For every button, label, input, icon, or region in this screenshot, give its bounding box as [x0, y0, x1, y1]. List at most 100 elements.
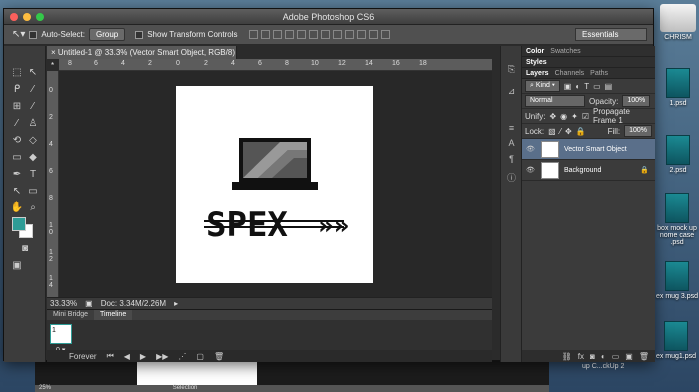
path-select-icon[interactable]: ↖ — [10, 185, 24, 199]
desktop-file-2psd[interactable]: 2.psd — [657, 135, 699, 174]
quick-mask-icon[interactable]: ◙ — [18, 242, 32, 256]
lock-move-icon[interactable]: ✥ — [565, 127, 572, 136]
auto-select-dropdown[interactable]: Group — [88, 28, 126, 41]
gradient-tool-icon[interactable]: ▭ — [10, 151, 24, 165]
layer-background[interactable]: 👁 Background 🔒 — [522, 160, 655, 181]
document-canvas[interactable]: SPEX »» — [176, 86, 373, 283]
first-frame-icon[interactable]: ⏮ — [107, 351, 114, 361]
tab-channels[interactable]: Channels — [555, 68, 585, 78]
desktop-file-1psd[interactable]: 1.psd — [657, 68, 699, 107]
canvas-area[interactable]: SPEX »» — [59, 71, 492, 297]
filter-adjust-icon[interactable]: ◐ — [575, 82, 580, 91]
desktop-file-mug1[interactable]: ex mug1.psd — [653, 321, 699, 360]
close-tab-icon[interactable]: × — [51, 48, 56, 57]
move-tool-icon[interactable]: ↖ — [26, 66, 40, 80]
blend-mode-dropdown[interactable]: Normal — [525, 95, 585, 107]
eye-icon[interactable]: 👁 — [526, 145, 536, 153]
info-panel-icon[interactable]: ⓘ — [505, 171, 518, 183]
delete-frame-icon[interactable]: 🗑 — [214, 352, 224, 361]
character-icon[interactable]: A — [505, 138, 518, 149]
workspace-dropdown[interactable]: Essentials — [575, 28, 647, 41]
document-tab[interactable]: × Untitled-1 @ 33.3% (Vector Smart Objec… — [47, 46, 237, 70]
filter-type-icon[interactable]: T — [584, 82, 589, 91]
desktop-mockup-label[interactable]: up C...ckUp 2 — [582, 363, 624, 370]
next-frame-icon[interactable]: ▶▶ — [156, 352, 168, 361]
hand-tool-icon[interactable]: ✋ — [10, 201, 24, 215]
prev-frame-icon[interactable]: ◀ — [124, 352, 130, 361]
eraser-tool-icon[interactable]: ◇ — [26, 134, 40, 148]
tab-swatches[interactable]: Swatches — [550, 46, 580, 56]
distribute-right-icon[interactable] — [381, 30, 391, 39]
adjust-icon[interactable]: ⊿ — [505, 86, 518, 97]
history-brush-icon[interactable]: ⟲ — [10, 134, 24, 148]
delete-layer-icon[interactable]: 🗑 — [639, 352, 649, 361]
new-group-icon[interactable]: ▭ — [612, 352, 620, 361]
brush-panel-icon[interactable]: ≡ — [505, 123, 518, 134]
eyedropper-icon[interactable]: ⁄ — [26, 100, 40, 114]
stamp-tool-icon[interactable]: ♙ — [26, 117, 40, 131]
zoom-level[interactable]: 33.33% — [50, 299, 77, 308]
zoom-tool-icon[interactable]: ⌕ — [26, 201, 40, 215]
fill-input[interactable]: 100% — [624, 125, 652, 137]
magic-wand-icon[interactable]: ⁄ — [26, 83, 40, 97]
layer-vector-smart-object[interactable]: 👁 Vector Smart Object — [522, 139, 655, 160]
lock-paint-icon[interactable]: ⁄ — [560, 127, 561, 136]
tween-icon[interactable]: ⋰ — [178, 352, 186, 361]
history-icon[interactable]: ⎘ — [505, 64, 518, 75]
horizontal-ruler[interactable]: 8 6 4 2 0 2 4 6 8 10 12 14 16 18 — [59, 59, 492, 71]
desktop-drive-chrism[interactable]: CHRISM — [657, 4, 699, 41]
tab-layers[interactable]: Layers — [526, 68, 549, 78]
align-hcenter-icon[interactable] — [297, 30, 307, 39]
distribute-top-icon[interactable] — [321, 30, 331, 39]
brush-tool-icon[interactable]: ⁄ — [10, 117, 24, 131]
add-mask-icon[interactable]: ◙ — [590, 352, 595, 361]
fx-icon[interactable]: fx — [578, 352, 584, 361]
tab-mini-bridge[interactable]: Mini Bridge — [47, 310, 94, 320]
document-size[interactable]: Doc: 3.34M/2.26M — [101, 299, 166, 308]
desktop-file-box-mockup[interactable]: box mock up nome case .psd — [655, 193, 699, 246]
filter-smart-icon[interactable]: ▤ — [605, 82, 613, 91]
status-arrow-icon[interactable]: ▸ — [174, 299, 178, 308]
distribute-bottom-icon[interactable] — [345, 30, 355, 39]
distribute-hcenter-icon[interactable] — [369, 30, 379, 39]
filter-pixel-icon[interactable]: ▣ — [564, 82, 572, 91]
tab-color[interactable]: Color — [526, 46, 544, 56]
eye-icon[interactable]: 👁 — [526, 166, 536, 174]
unify-style-icon[interactable]: ✦ — [571, 112, 578, 121]
duplicate-frame-icon[interactable]: ▢ — [196, 352, 204, 361]
pen-tool-icon[interactable]: ✒ — [10, 168, 24, 182]
lock-pixels-icon[interactable]: ▧ — [548, 127, 556, 136]
new-layer-icon[interactable]: ▣ — [625, 352, 633, 361]
blur-tool-icon[interactable]: ◆ — [26, 151, 40, 165]
screen-mode-icon[interactable]: ▣ — [10, 259, 24, 273]
timeline-frame[interactable]: 1 — [50, 324, 72, 344]
auto-select-checkbox[interactable] — [29, 30, 38, 39]
distribute-left-icon[interactable] — [357, 30, 367, 39]
tab-paths[interactable]: Paths — [590, 68, 608, 78]
paragraph-icon[interactable]: ¶ — [505, 154, 518, 165]
play-icon[interactable]: ▶ — [140, 352, 146, 361]
lasso-tool-icon[interactable]: ᑭ — [10, 83, 24, 97]
opacity-input[interactable]: 100% — [622, 95, 651, 107]
align-right-icon[interactable] — [309, 30, 319, 39]
crop-tool-icon[interactable]: ⊞ — [10, 100, 24, 114]
marquee-tool-icon[interactable]: ⬚ — [10, 66, 24, 80]
transform-controls-checkbox[interactable] — [135, 30, 144, 39]
align-left-icon[interactable] — [285, 30, 295, 39]
unify-visibility-icon[interactable]: ◉ — [560, 112, 567, 121]
tab-timeline[interactable]: Timeline — [94, 310, 133, 320]
align-vcenter-icon[interactable] — [261, 30, 271, 39]
kind-filter-dropdown[interactable]: ⌕ Kind ▾ — [525, 80, 560, 92]
desktop-file-mug3[interactable]: ex mug 3.psd — [655, 261, 699, 300]
align-top-icon[interactable] — [249, 30, 259, 39]
move-tool-icon[interactable]: ↖▾ — [12, 29, 25, 40]
tab-styles[interactable]: Styles — [526, 57, 547, 67]
unify-position-icon[interactable]: ✥ — [549, 112, 556, 121]
loop-dropdown[interactable]: Forever — [69, 352, 97, 361]
info-icon[interactable]: ▣ — [85, 299, 93, 308]
lock-all-icon[interactable]: 🔒 — [576, 127, 586, 136]
shape-tool-icon[interactable]: ▭ — [26, 185, 40, 199]
filter-shape-icon[interactable]: ▭ — [593, 82, 601, 91]
type-tool-icon[interactable]: T — [26, 168, 40, 182]
vertical-ruler[interactable]: 0 2 4 6 8 1 0 1 2 1 4 — [47, 71, 59, 297]
